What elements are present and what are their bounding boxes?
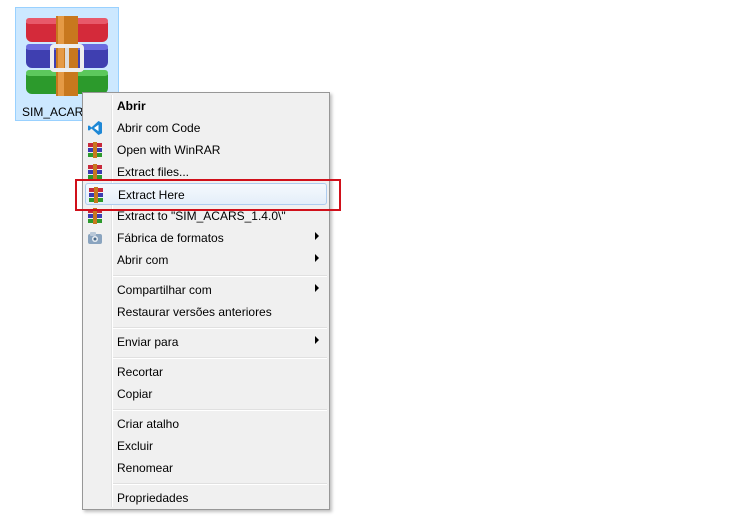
- annotation-highlight-box: [75, 179, 341, 211]
- menu-item-enviar-para[interactable]: Enviar para: [85, 331, 327, 353]
- menu-item-fabrica-de-formatos[interactable]: Fábrica de formatos: [85, 227, 327, 249]
- file-name-label: SIM_ACARS: [22, 105, 92, 119]
- menu-item-abrir-com[interactable]: Abrir com: [85, 249, 327, 271]
- menu-item-label: Enviar para: [117, 335, 179, 349]
- menu-item-abrir-com-code[interactable]: Abrir com Code: [85, 117, 327, 139]
- context-menu: Abrir Abrir com Code Open with WinRAR Ex…: [82, 92, 330, 510]
- menu-item-label: Compartilhar com: [117, 283, 212, 297]
- menu-item-criar-atalho[interactable]: Criar atalho: [85, 413, 327, 435]
- vscode-icon: [88, 121, 102, 135]
- menu-item-renomear[interactable]: Renomear: [85, 457, 327, 479]
- menu-separator: [113, 409, 327, 411]
- menu-separator: [113, 357, 327, 359]
- menu-separator: [113, 483, 327, 485]
- menu-separator: [113, 275, 327, 277]
- menu-item-label: Excluir: [117, 439, 154, 453]
- menu-item-label: Criar atalho: [117, 417, 180, 431]
- submenu-arrow-icon: [315, 232, 319, 240]
- menu-item-label: Fábrica de formatos: [117, 231, 224, 245]
- submenu-arrow-icon: [315, 336, 319, 344]
- menu-item-label: Renomear: [117, 461, 174, 475]
- menu-item-label: Copiar: [117, 387, 153, 401]
- submenu-arrow-icon: [315, 284, 319, 292]
- winrar-icon: [88, 142, 102, 158]
- winrar-archive-icon: [26, 16, 108, 96]
- menu-item-label: Extract to "SIM_ACARS_1.4.0\": [117, 209, 286, 223]
- menu-item-abrir[interactable]: Abrir: [85, 95, 327, 117]
- menu-item-label: Extract files...: [117, 165, 190, 179]
- menu-item-excluir[interactable]: Excluir: [85, 435, 327, 457]
- menu-item-restaurar-versoes[interactable]: Restaurar versões anteriores: [85, 301, 327, 323]
- menu-item-label: Abrir com: [117, 253, 169, 267]
- menu-separator: [113, 327, 327, 329]
- menu-item-propriedades[interactable]: Propriedades: [85, 487, 327, 509]
- menu-item-compartilhar-com[interactable]: Compartilhar com: [85, 279, 327, 301]
- menu-item-label: Propriedades: [117, 491, 189, 505]
- menu-item-recortar[interactable]: Recortar: [85, 361, 327, 383]
- menu-item-label: Open with WinRAR: [117, 143, 221, 157]
- menu-item-copiar[interactable]: Copiar: [85, 383, 327, 405]
- menu-item-label: Recortar: [117, 365, 164, 379]
- format-factory-icon: [88, 232, 102, 244]
- menu-item-label: Restaurar versões anteriores: [117, 305, 272, 319]
- winrar-icon: [88, 164, 102, 180]
- menu-item-open-with-winrar[interactable]: Open with WinRAR: [85, 139, 327, 161]
- submenu-arrow-icon: [315, 254, 319, 262]
- menu-item-label: Abrir: [117, 99, 146, 113]
- menu-item-label: Abrir com Code: [117, 121, 201, 135]
